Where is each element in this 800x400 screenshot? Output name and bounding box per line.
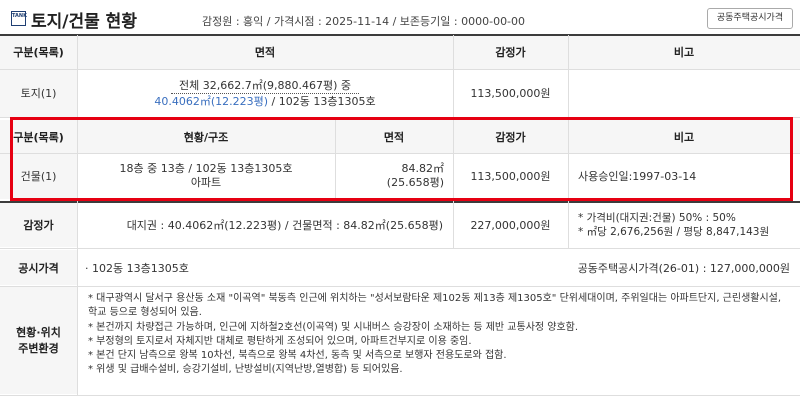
- land-header-price: 감정가: [453, 35, 568, 69]
- appraisal-meta: 감정원 : 홍익 / 가격시점 : 2025-11-14 / 보존등기일 : 0…: [202, 15, 526, 28]
- land-area-share-unit: / 102동 13층1305호: [268, 94, 376, 108]
- land-row-note: [568, 69, 800, 117]
- surroundings-note: * 위생 및 급배수설비, 승강기설비, 난방설비(지역난방,열병합) 등 되어…: [88, 364, 403, 376]
- public-price-unit: · 102동 13층1305호: [85, 261, 189, 275]
- land-row-area: 전체 32,662.7㎡(9,880.467평) 중 40.4062㎡(12.2…: [77, 69, 453, 117]
- appraisal-note: * 가격비(대지권:건물) 50% : 50% * ㎡당 2,676,256원 …: [568, 203, 800, 247]
- land-area-share: 40.4062㎡(12.223평) / 102동 13층1305호: [154, 94, 375, 109]
- land-header-note: 비고: [568, 35, 800, 69]
- land-area-share-value: 40.4062㎡(12.223평): [154, 94, 269, 108]
- surroundings-label-line2: 주변환경: [18, 341, 59, 355]
- appraisal-unit-price: * ㎡당 2,676,256원 / 평당 8,847,143원: [578, 226, 770, 238]
- appraisal-label: 감정가: [0, 203, 77, 247]
- surroundings-note: * 부정형의 토지로서 자체지반 대체로 평탄하게 조성되어 있으며, 아파트건…: [88, 335, 472, 347]
- section-divider: [0, 201, 800, 203]
- public-price-label: 공시가격: [0, 250, 77, 285]
- public-price-button[interactable]: 공동주택공시가격: [707, 8, 793, 29]
- table-top-border: [0, 34, 800, 36]
- public-price-value: 공동주택공시가격(26-01) : 127,000,000원: [577, 261, 790, 275]
- land-header-category: 구분(목록): [0, 35, 77, 69]
- land-row-price: 113,500,000원: [470, 87, 551, 100]
- appraisal-price: 227,000,000원: [470, 219, 551, 232]
- divider: [0, 248, 800, 249]
- divider: [0, 395, 800, 396]
- divider: [0, 286, 800, 287]
- surroundings-note: * 본건까지 차량접근 가능하며, 인근에 지하철2호선(이곡역) 및 시내버스…: [88, 321, 579, 333]
- divider: [0, 69, 800, 70]
- appraisal-detail: 대지권 : 40.4062㎡(12.223평) / 건물면적 : 84.82㎡(…: [126, 219, 443, 232]
- surroundings-note: * 대구광역시 달서구 용산동 소재 "이곡역" 북동측 인근에 위치하는 "성…: [88, 293, 782, 319]
- surroundings-note: * 본건 단지 남측으로 왕복 10차선, 북측으로 왕복 4차선, 동측 및 …: [88, 350, 507, 362]
- land-area-total: 전체 32,662.7㎡(9,880.467평) 중: [170, 78, 360, 94]
- surroundings-label: 현황·위치 주변환경: [0, 287, 77, 394]
- surroundings-notes: * 대구광역시 달서구 용산동 소재 "이곡역" 북동측 인근에 위치하는 "성…: [88, 292, 790, 378]
- highlight-box: [10, 117, 793, 201]
- column-divider: [77, 35, 78, 395]
- land-header-area: 면적: [77, 35, 453, 69]
- page-title: 토지/건물 현황: [31, 12, 137, 32]
- surroundings-label-line1: 현황·위치: [16, 325, 61, 339]
- appraisal-ratio: * 가격비(대지권:건물) 50% : 50%: [578, 212, 736, 224]
- tank-logo-icon: TANK: [11, 11, 27, 26]
- land-row-category: 토지(1): [0, 69, 77, 117]
